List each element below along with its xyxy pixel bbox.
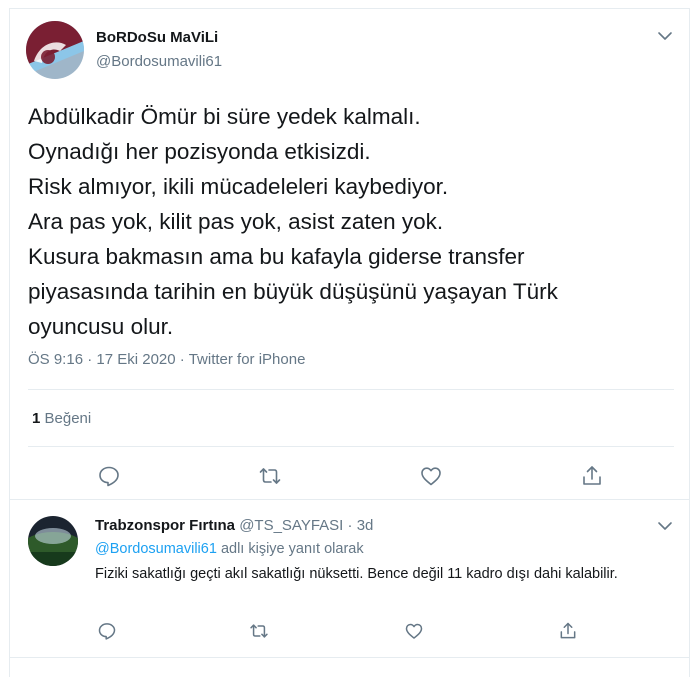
reply-display-name[interactable]: Trabzonspor Fırtına xyxy=(95,517,235,534)
reply-avatar[interactable] xyxy=(28,516,78,566)
display-name[interactable]: BoRDoSu MaViLi xyxy=(96,29,218,46)
tweet-line: Oynadığı her pozisyonda etkisizdi. xyxy=(28,139,371,164)
likes-label: Beğeni xyxy=(44,410,92,427)
reply-text: Fiziki sakatlığı geçti akıl sakatlığı nü… xyxy=(95,566,618,582)
chevron-down-icon[interactable] xyxy=(656,27,674,45)
tweet-source[interactable]: Twitter for iPhone xyxy=(189,351,306,368)
tweet-line: Ara pas yok, kilit pas yok, asist zaten … xyxy=(28,209,444,234)
tweet-line: oyuncusu olur. xyxy=(28,314,174,339)
reply-icon[interactable] xyxy=(97,621,117,641)
reply-time[interactable]: 3d xyxy=(357,517,374,534)
replying-mention-link[interactable]: @Bordosumavili61 xyxy=(95,541,217,557)
tweet-text: Abdülkadir Ömür bi süre yedek kalmalı. O… xyxy=(28,99,678,344)
share-icon[interactable] xyxy=(580,464,604,488)
tweet-date[interactable]: 17 Eki 2020 xyxy=(96,351,175,368)
divider xyxy=(28,446,674,447)
divider xyxy=(28,389,674,390)
reply-avatar-image xyxy=(28,516,78,566)
tweet-line: piyasasında tarihin en büyük düşüşünü ya… xyxy=(28,279,558,304)
meta-separator: · xyxy=(347,517,353,534)
likes-stat[interactable]: 1 Beğeni xyxy=(32,410,91,427)
retweet-icon[interactable] xyxy=(258,464,282,488)
divider xyxy=(10,657,689,658)
heart-icon[interactable] xyxy=(419,464,443,488)
likes-count: 1 xyxy=(32,410,41,427)
avatar[interactable] xyxy=(26,21,84,79)
tweet-time[interactable]: ÖS 9:16 xyxy=(28,351,83,368)
reply-handle[interactable]: @TS_SAYFASI xyxy=(239,517,343,534)
tweet-line: Kusura bakmasın ama bu kafayla giderse t… xyxy=(28,244,525,269)
meta-separator: · xyxy=(179,351,189,368)
meta-separator: · xyxy=(87,351,97,368)
tweet-divider xyxy=(10,499,689,500)
chevron-down-icon[interactable] xyxy=(656,517,674,535)
main-tweet[interactable]: BoRDoSu MaViLi @Bordosumavili61 Abdülkad… xyxy=(10,9,689,500)
reply-icon[interactable] xyxy=(97,464,121,488)
tweet-line: Risk almıyor, ikili mücadeleleri kaybedi… xyxy=(28,174,449,199)
heart-icon[interactable] xyxy=(404,621,424,641)
avatar-image xyxy=(26,21,84,79)
timeline-frame: BoRDoSu MaViLi @Bordosumavili61 Abdülkad… xyxy=(9,8,690,677)
tweet-metadata: ÖS 9:16 · 17 Eki 2020 · Twitter for iPho… xyxy=(28,351,305,368)
share-icon[interactable] xyxy=(558,621,578,641)
tweet-line: Abdülkadir Ömür bi süre yedek kalmalı. xyxy=(28,104,421,129)
replying-to: @Bordosumavili61 adlı kişiye yanıt olara… xyxy=(95,541,364,557)
reply-header: Trabzonspor Fırtına @TS_SAYFASI · 3d xyxy=(95,517,373,534)
user-handle[interactable]: @Bordosumavili61 xyxy=(96,53,222,70)
retweet-icon[interactable] xyxy=(249,621,269,641)
replying-suffix: adlı kişiye yanıt olarak xyxy=(220,541,364,557)
